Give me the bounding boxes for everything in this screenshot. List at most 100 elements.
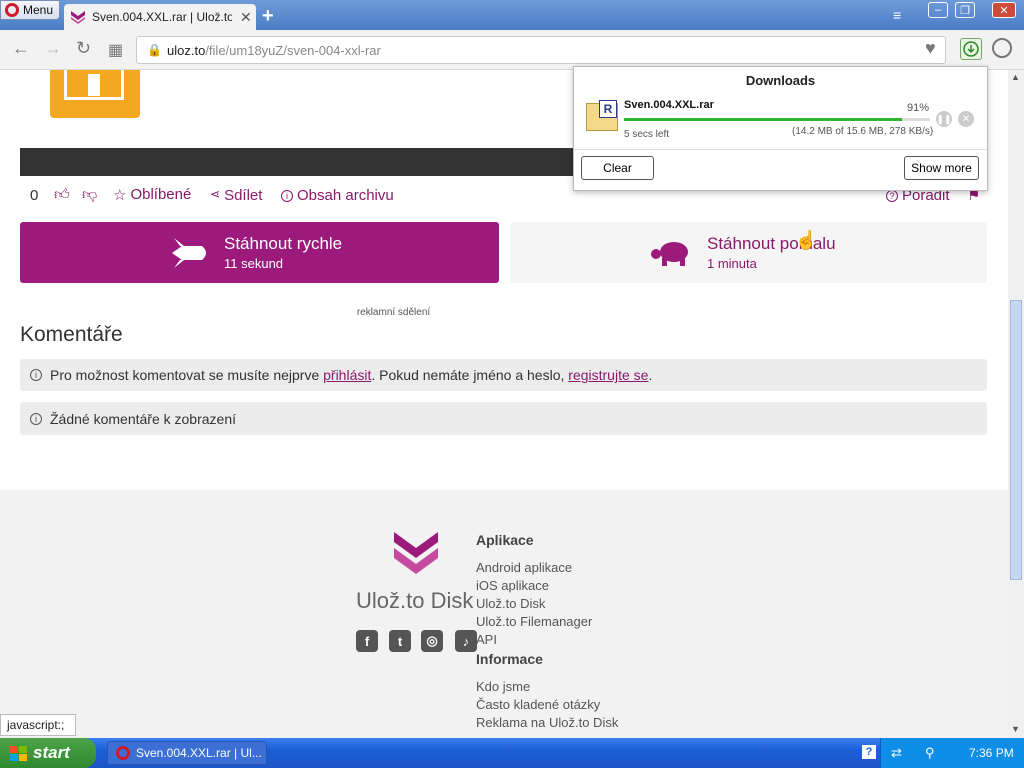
login-notice-pre: Pro možnost komentovat se musíte nejprve <box>50 367 324 383</box>
download-percent: 91% <box>907 102 930 114</box>
likes-count: 0 <box>30 187 39 204</box>
menu-label: Menu <box>23 3 54 17</box>
share-icon: ⋖ <box>210 187 221 201</box>
download-fast-button[interactable]: Stáhnout rychle 11 sekund <box>20 222 499 283</box>
scroll-down-icon[interactable]: ▼ <box>1011 724 1020 734</box>
footer-link[interactable]: Reklama na Ulož.to Disk <box>476 715 618 730</box>
taskbar-item[interactable]: Sven.004.XXL.rar | Ul... <box>107 741 267 765</box>
clock: 7:36 PM <box>969 746 1014 760</box>
windows-logo-icon <box>10 745 27 761</box>
download-progress-fill <box>624 118 903 121</box>
show-more-button[interactable]: Show more <box>904 156 979 180</box>
downloads-title: Downloads <box>745 73 816 88</box>
downloads-popup: Downloads R Sven.004.XXL.rar 91% 5 secs … <box>573 66 988 191</box>
fast-subtitle: 11 sekund <box>224 256 284 271</box>
twitter-icon[interactable]: t <box>389 630 411 652</box>
cancel-download-icon[interactable]: ✕ <box>958 111 974 127</box>
minimize-button[interactable]: – <box>928 2 948 18</box>
register-link[interactable]: registrujte se <box>568 367 648 383</box>
search-tray-icon[interactable]: ⚲ <box>925 745 935 761</box>
opera-logo-icon <box>116 746 130 760</box>
download-detail: (14.2 MB of 15.6 MB, 278 KB/s) <box>792 126 934 137</box>
uloz-favicon-icon <box>71 11 85 24</box>
url-domain: uloz.to <box>167 42 206 58</box>
url-path: /file/um18yuZ/sven-004-xxl-rar <box>205 42 381 58</box>
footer-brand: Ulož.to Disk <box>356 588 474 613</box>
footer-link[interactable]: Android aplikace <box>476 560 572 575</box>
help-tray-icon[interactable]: ? <box>862 745 876 759</box>
login-notice-post: . <box>648 367 653 383</box>
tab-menu-icon[interactable]: ≡ <box>893 7 901 23</box>
back-icon[interactable]: ← <box>12 38 30 59</box>
info-icon: i <box>30 369 42 381</box>
download-filename: Sven.004.XXL.rar <box>624 99 714 111</box>
slow-subtitle: 1 minuta <box>707 256 757 271</box>
footer-link[interactable]: Ulož.to Filemanager <box>476 614 592 629</box>
footer-link[interactable]: Často kladené otázky <box>476 697 600 712</box>
start-button[interactable]: start <box>0 738 96 768</box>
comments-heading: Komentáře <box>20 323 123 346</box>
browser-tab[interactable]: Sven.004.XXL.rar | Ulož.to Di ✕ <box>64 4 256 30</box>
hand-cursor-icon: ☝ <box>795 230 818 250</box>
close-tab-icon[interactable]: ✕ <box>240 9 252 26</box>
account-icon[interactable] <box>992 38 1012 58</box>
thumb-down-icon[interactable]: 👎︎ <box>82 186 97 204</box>
reload-icon[interactable]: ↻ <box>76 38 91 59</box>
start-label: start <box>33 743 70 762</box>
rar-file-icon: R <box>586 100 618 131</box>
login-notice: i Pro možnost komentovat se musíte nejpr… <box>20 359 987 391</box>
archive-content-button[interactable]: i Obsah archivu <box>281 187 394 204</box>
heart-icon[interactable]: ♥ <box>925 38 936 59</box>
login-link[interactable]: přihlásit <box>323 367 371 383</box>
downloads-icon[interactable] <box>960 38 982 60</box>
status-bar: javascript:; <box>0 714 76 736</box>
instagram-icon[interactable]: ◎ <box>421 630 443 652</box>
turtle-icon <box>651 242 688 266</box>
uloz-logo-icon <box>394 532 438 574</box>
footer-link[interactable]: Ulož.to Disk <box>476 596 545 611</box>
new-tab-button[interactable]: + <box>262 5 274 28</box>
favorite-button[interactable]: ☆ Oblíbené <box>113 186 191 204</box>
taskbar-item-label: Sven.004.XXL.rar | Ul... <box>136 746 262 760</box>
fast-title: Stáhnout rychle <box>224 234 343 253</box>
tiktok-icon[interactable]: ♪ <box>455 630 477 652</box>
no-comments-text: Žádné komentáře k zobrazení <box>50 410 236 427</box>
close-window-button[interactable]: ✕ <box>992 2 1016 18</box>
login-notice-mid: . Pokud nemáte jméno a heslo, <box>371 367 569 383</box>
forward-icon[interactable]: → <box>44 38 62 59</box>
facebook-icon[interactable]: f <box>356 630 378 652</box>
scrollbar-thumb[interactable] <box>1010 300 1022 580</box>
navigation-bar: ← → ↻ ▦ 🔒 uloz.to/file/um18yuZ/sven-004-… <box>0 30 1024 70</box>
scroll-up-icon[interactable]: ▲ <box>1011 72 1020 82</box>
favorite-label: Oblíbené <box>130 186 192 203</box>
opera-logo-icon <box>5 3 19 17</box>
clear-button[interactable]: Clear <box>581 156 654 180</box>
info-heading: Informace <box>476 651 543 667</box>
footer-link[interactable]: Kdo jsme <box>476 679 530 694</box>
system-tray: ⇄ ⚲ 7:36 PM <box>880 738 1024 768</box>
ad-label: reklamní sdělení <box>356 307 431 318</box>
share-label: Sdílet <box>224 187 263 204</box>
footer-link[interactable]: API <box>476 632 497 647</box>
lock-icon: 🔒 <box>147 43 162 57</box>
apps-heading: Aplikace <box>476 532 534 548</box>
download-time-left: 5 secs left <box>624 129 670 140</box>
pause-icon[interactable]: ❚❚ <box>936 111 952 127</box>
download-progress-track <box>624 118 930 121</box>
opera-menu-button[interactable]: Menu <box>0 0 60 20</box>
help-icon: ? <box>886 189 898 202</box>
share-button[interactable]: ⋖ Sdílet <box>210 187 262 204</box>
archive-label: Obsah archivu <box>297 187 394 204</box>
info-icon: i <box>281 189 293 202</box>
download-slow-button[interactable]: Stáhnout pomalu 1 minuta <box>510 222 987 283</box>
maximize-button[interactable]: ❐ <box>955 2 975 18</box>
archive-file-icon <box>50 70 140 118</box>
network-tray-icon[interactable]: ⇄ <box>891 745 902 761</box>
thumb-up-icon[interactable]: 👍︎ <box>54 186 70 204</box>
rocket-icon <box>172 238 206 268</box>
footer-link[interactable]: iOS aplikace <box>476 578 549 593</box>
info-icon: i <box>30 412 42 425</box>
address-bar[interactable]: 🔒 uloz.to/file/um18yuZ/sven-004-xxl-rar <box>136 36 946 64</box>
no-comments-notice: i Žádné komentáře k zobrazení <box>20 402 987 435</box>
speed-dial-icon[interactable]: ▦ <box>108 40 123 60</box>
